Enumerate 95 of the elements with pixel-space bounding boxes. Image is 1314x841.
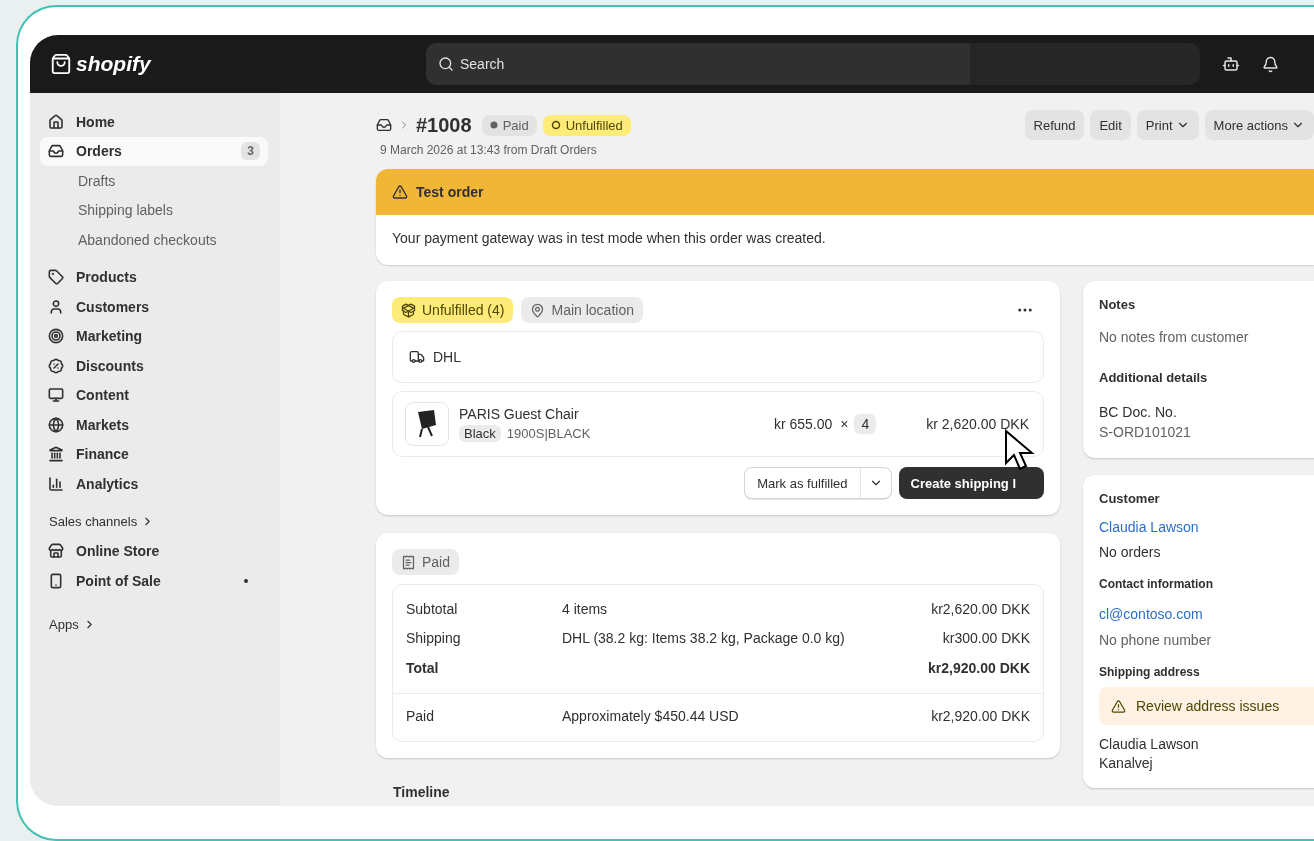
home-icon xyxy=(48,113,64,130)
row-detail: Approximately $450.44 USD xyxy=(562,707,740,724)
phone-icon xyxy=(48,572,64,589)
address-line: Claudia Lawson xyxy=(1099,735,1200,754)
status-badge: Paid xyxy=(392,549,460,575)
row-label: Shipping xyxy=(406,630,462,647)
nav-item[interactable]: Markets xyxy=(40,410,268,440)
tag-icon xyxy=(48,269,64,286)
mouse-pointer-icon xyxy=(1004,429,1036,473)
robot-icon[interactable] xyxy=(1222,55,1240,73)
action-button[interactable]: Edit xyxy=(1090,110,1131,140)
row-label: Subtotal xyxy=(406,600,459,617)
nav-item[interactable]: Online Store xyxy=(40,536,268,566)
action-button[interactable]: Refund xyxy=(1024,110,1085,140)
order-number: #1008 xyxy=(416,113,472,137)
details-value: S-ORD101021 xyxy=(1099,423,1192,442)
customer-link[interactable]: Claudia Lawson xyxy=(1099,517,1314,536)
row-label: Paid xyxy=(406,707,436,724)
warning-icon xyxy=(1111,698,1126,714)
customer-heading: Customer xyxy=(1099,490,1161,506)
orders-text: No orders xyxy=(1099,542,1162,561)
search-icon xyxy=(438,56,454,72)
action-button[interactable]: More actions xyxy=(1204,110,1314,140)
nav-item[interactable]: Drafts xyxy=(40,166,268,196)
row-amount: kr2,620.00 DKK xyxy=(931,600,1030,617)
section-link[interactable]: Apps xyxy=(40,609,268,640)
unit-price: kr 655.00 xyxy=(773,416,833,432)
sku-text: 1900S|BLACK xyxy=(506,426,591,441)
row-detail: 4 items xyxy=(562,600,609,617)
variant-tag: Black xyxy=(459,425,501,442)
nav-item[interactable]: Customers xyxy=(40,292,268,322)
status-badge: Paid xyxy=(481,114,537,136)
nav-item[interactable]: Orders 3 xyxy=(40,136,268,166)
inbox-icon[interactable] xyxy=(376,117,392,133)
package-icon xyxy=(401,302,416,318)
pin-icon xyxy=(530,302,546,318)
bank-icon xyxy=(48,446,64,463)
row-label: Total xyxy=(406,659,440,676)
nav-item[interactable]: Analytics xyxy=(40,469,268,499)
globe-icon xyxy=(48,416,64,433)
person-icon xyxy=(48,298,64,315)
receipt-icon xyxy=(401,554,416,570)
search-field[interactable]: Search xyxy=(426,43,970,85)
nav-item[interactable]: Marketing xyxy=(40,321,268,351)
bell-icon[interactable] xyxy=(1262,55,1279,73)
nav-item[interactable]: Abandoned checkouts xyxy=(40,225,268,255)
monitor-icon xyxy=(48,387,64,404)
quantity-badge: 4 xyxy=(854,414,877,434)
location-badge: Main location xyxy=(521,297,643,323)
bar-chart-icon xyxy=(48,475,64,492)
action-button[interactable]: Print xyxy=(1136,110,1199,140)
store-icon xyxy=(48,543,64,560)
nav-item[interactable]: Content xyxy=(40,380,268,410)
notes-heading: Notes xyxy=(1099,297,1137,312)
status-badge: Unfulfilled xyxy=(542,114,631,136)
warning-icon xyxy=(392,184,408,200)
badge-icon xyxy=(48,357,64,374)
status-badge: Unfulfilled (4) xyxy=(392,297,514,323)
details-label: BC Doc. No. xyxy=(1099,403,1178,422)
bag-icon xyxy=(50,53,72,75)
product-name[interactable]: PARIS Guest Chair xyxy=(459,406,591,422)
nav-item[interactable]: Shipping labels xyxy=(40,195,268,225)
times-sign: × xyxy=(840,416,849,432)
address-line: Kanalvej xyxy=(1099,753,1154,772)
phone-text: No phone number xyxy=(1099,631,1213,650)
address-warning[interactable]: Review address issues xyxy=(1099,687,1314,726)
timeline-heading: Timeline xyxy=(393,783,451,800)
truck-icon xyxy=(409,349,425,365)
ring-icon xyxy=(550,120,561,130)
dot-icon xyxy=(489,121,498,129)
nav-item[interactable]: Finance xyxy=(40,439,268,469)
target-icon xyxy=(48,328,64,345)
banner-title: Test order xyxy=(416,184,484,200)
count-badge: 3 xyxy=(241,142,260,161)
logo[interactable]: shopify xyxy=(50,52,426,76)
row-amount: kr2,920.00 DKK xyxy=(928,659,1030,676)
nav-item[interactable]: Point of Sale xyxy=(40,566,268,596)
shipping-heading: Shipping address xyxy=(1099,665,1201,680)
email-link[interactable]: cl@contoso.com xyxy=(1099,604,1314,624)
row-amount: kr300.00 DKK xyxy=(942,630,1030,647)
contact-heading: Contact information xyxy=(1099,576,1214,591)
mark-fulfilled-button[interactable]: Mark as fulfilled xyxy=(745,468,860,498)
row-amount: kr2,920.00 DKK xyxy=(931,707,1030,724)
notes-text: No notes from customer xyxy=(1099,328,1250,347)
nav-item[interactable]: Home xyxy=(40,107,268,137)
banner-text: Your payment gateway was in test mode when this order was created. xyxy=(391,229,827,248)
order-date: 9 March 2026 at 13:43 from Draft Orders xyxy=(380,143,598,157)
carrier-name: DHL xyxy=(433,349,461,365)
inbox-icon xyxy=(48,143,64,160)
nav-item[interactable]: Discounts xyxy=(40,351,268,381)
row-detail: DHL (38.2 kg: Items 38.2 kg, Package 0.0 kg) xyxy=(562,630,846,647)
line-total: kr 2,620.00 DKK xyxy=(926,416,1029,432)
nav-item[interactable]: Products xyxy=(40,262,268,292)
section-link[interactable]: Sales channels xyxy=(40,506,268,537)
details-heading: Additional details xyxy=(1099,370,1209,386)
